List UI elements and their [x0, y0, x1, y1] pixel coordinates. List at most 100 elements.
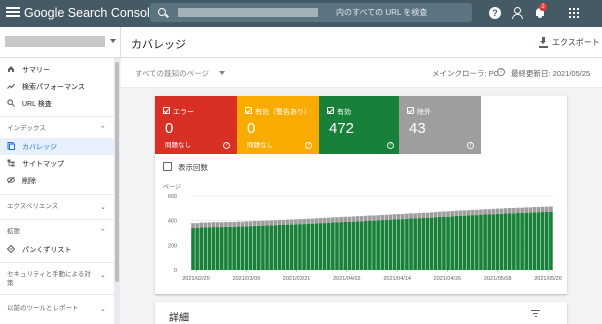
section-legacy-tools[interactable]: 以前のツールとレポート ⌄: [0, 301, 114, 317]
bar-excluded: [520, 207, 524, 214]
bar-valid: [491, 214, 496, 270]
bar-excluded: [277, 219, 282, 225]
bar-excluded: [211, 222, 216, 228]
page-title: カバレッジ: [131, 39, 186, 51]
section-label: インデックス: [7, 125, 46, 132]
checked-checkbox-icon[interactable]: [245, 107, 252, 114]
header-divider: [120, 27, 121, 58]
coverage-chart: ページ 0 200 400 600 2021/02/25 2021/03/09 2021/03…: [163, 184, 562, 282]
section-label: エクスペリエンス: [7, 203, 59, 210]
bar-excluded: [294, 219, 298, 225]
sidebar-item-breadcrumbs[interactable]: パンくずリスト: [0, 241, 114, 258]
redacted-domain: [178, 8, 318, 17]
section-experience[interactable]: エクスペリエンス ⌄: [0, 199, 114, 215]
bar-excluded: [318, 218, 323, 224]
bar-valid: [380, 220, 385, 270]
bar-excluded: [306, 218, 310, 224]
page-filter-dropdown[interactable]: すべての既知のページ: [135, 68, 209, 79]
sidebar-item-url-inspection[interactable]: URL 検査: [0, 95, 114, 112]
bar-excluded: [289, 219, 294, 225]
bar-valid: [450, 216, 454, 270]
checked-checkbox-icon[interactable]: [327, 107, 334, 114]
help-icon[interactable]: ?: [305, 142, 312, 149]
bar-valid: [195, 228, 199, 270]
checked-checkbox-icon[interactable]: [407, 107, 414, 114]
bar-excluded: [532, 206, 537, 213]
bar-excluded: [273, 220, 278, 226]
url-inspect-search[interactable]: 内のすべての URL を検査: [150, 3, 472, 22]
tile-value: 0: [165, 120, 174, 137]
bar-excluded: [396, 214, 401, 220]
bar-excluded: [450, 211, 454, 217]
checked-checkbox-icon[interactable]: [163, 107, 170, 114]
bar-excluded: [483, 209, 487, 215]
bar-excluded: [244, 221, 249, 227]
section-index[interactable]: インデックス ⌃: [0, 121, 114, 137]
bar-valid: [261, 225, 265, 270]
help-icon[interactable]: ?: [467, 142, 474, 149]
status-tile[interactable]: 有効（警告あり） 0 問題なし?: [237, 96, 319, 154]
property-selector[interactable]: [5, 36, 105, 47]
bar-valid: [224, 226, 228, 270]
bar-valid: [446, 216, 450, 270]
sidebar-item-coverage[interactable]: カバレッジ: [0, 138, 114, 155]
section-security[interactable]: セキュリティと手動による対策 ⌄: [0, 267, 114, 289]
sidebar-divider: [0, 219, 114, 220]
export-button[interactable]: エクスポート: [552, 37, 600, 48]
sidebar-scroll-thumb[interactable]: [115, 62, 119, 282]
bar-valid: [199, 227, 204, 270]
sidebar-item-summary[interactable]: サマリー: [0, 61, 114, 78]
bar-excluded: [384, 214, 389, 221]
help-icon[interactable]: ?: [497, 68, 505, 76]
bar-excluded: [252, 220, 257, 226]
bar-valid: [343, 221, 348, 270]
bar-valid: [322, 223, 327, 270]
chevron-down-icon[interactable]: [219, 71, 225, 75]
bar-valid: [244, 226, 249, 270]
apps-grid-icon[interactable]: [568, 7, 580, 19]
bar-valid: [409, 218, 413, 270]
bar-valid: [483, 214, 487, 270]
bar-valid: [507, 213, 512, 270]
help-icon[interactable]: ?: [489, 7, 501, 19]
status-tile[interactable]: 除外 43?: [399, 96, 481, 154]
status-tile[interactable]: 有効 472?: [319, 96, 399, 154]
sidebar-item-sitemaps[interactable]: サイトマップ: [0, 155, 114, 172]
help-icon[interactable]: ?: [387, 142, 394, 149]
sidebar: サマリー 検索パフォーマンス URL 検査 インデックス ⌃ カバレッジ サイト…: [0, 58, 120, 324]
sidebar-item-performance[interactable]: 検索パフォーマンス: [0, 78, 114, 95]
bar-valid: [388, 219, 393, 270]
sidebar-item-label: パンくずリスト: [22, 247, 72, 254]
bar-valid: [512, 213, 516, 270]
bar-excluded: [376, 215, 380, 221]
users-settings-icon[interactable]: [511, 7, 523, 19]
chevron-down-icon[interactable]: [110, 39, 116, 43]
x-tick-label: 2021/03/09: [233, 276, 261, 282]
bar-excluded: [549, 206, 553, 212]
checkbox-icon[interactable]: [163, 162, 172, 171]
bar-excluded: [462, 210, 467, 216]
menu-icon[interactable]: [6, 5, 20, 19]
sidebar-item-removals[interactable]: 削除: [0, 172, 114, 189]
help-icon[interactable]: ?: [223, 142, 230, 149]
bar-valid: [211, 227, 216, 270]
bar-valid: [454, 215, 459, 270]
bar-excluded: [429, 212, 434, 218]
tile-value: 43: [409, 120, 426, 137]
section-enhancements[interactable]: 拡張 ⌃: [0, 224, 114, 240]
bar-excluded: [347, 216, 352, 222]
bar-valid: [306, 223, 310, 270]
status-tile[interactable]: エラー 0 問題なし?: [155, 96, 237, 154]
bar-excluded: [351, 216, 356, 222]
bar-excluded: [368, 215, 372, 221]
filter-icon[interactable]: [531, 310, 540, 318]
sidebar-divider: [0, 294, 114, 295]
download-icon[interactable]: [540, 37, 547, 46]
bar-valid: [528, 212, 533, 270]
sidebar-item-label: カバレッジ: [22, 144, 57, 151]
bar-valid: [339, 222, 343, 270]
bar-excluded: [326, 217, 331, 223]
bar-valid: [499, 213, 504, 270]
bar-excluded: [269, 220, 273, 226]
brand-logo[interactable]: Google Search Console: [24, 6, 157, 20]
